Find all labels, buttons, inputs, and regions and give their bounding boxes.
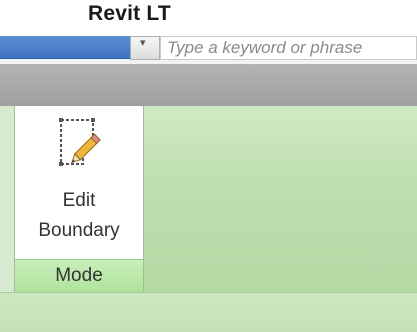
chevron-down-icon: ▾	[140, 37, 146, 49]
ribbon-left-edge	[0, 106, 15, 292]
mode-panel: Edit Boundary Mode	[14, 106, 144, 292]
search-input[interactable]	[160, 36, 417, 60]
mode-panel-title[interactable]: Mode	[15, 259, 143, 292]
ribbon-lower-band	[0, 292, 417, 332]
title-bar-accent	[0, 36, 130, 59]
app-title: Revit LT	[88, 2, 171, 25]
ribbon-tab-bar	[0, 64, 417, 106]
edit-boundary-button[interactable]: Edit Boundary	[15, 106, 143, 260]
search-dropdown-button[interactable]: ▾	[130, 36, 160, 60]
edit-boundary-icon	[59, 118, 101, 166]
edit-boundary-label-line1: Edit	[62, 190, 96, 211]
edit-boundary-label-line2: Boundary	[38, 220, 120, 241]
